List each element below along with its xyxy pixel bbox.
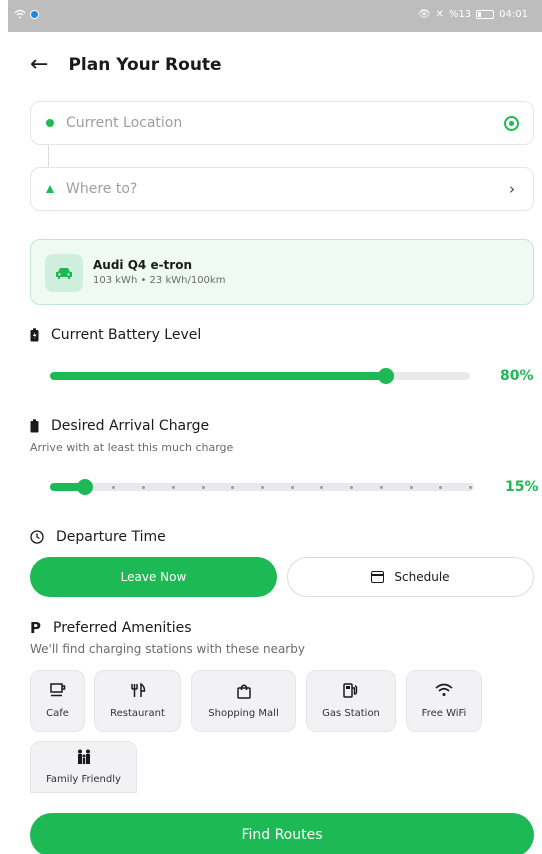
- restaurant-icon: [130, 682, 146, 701]
- arrival-value: 15%: [505, 479, 539, 495]
- slider-tick: [469, 485, 472, 489]
- amenity-gas-station[interactable]: Gas Station: [306, 670, 396, 732]
- battery-charging-icon: [30, 328, 39, 342]
- destination-field[interactable]: Where to? ›: [30, 167, 534, 211]
- slider-tick: [201, 485, 205, 489]
- amenity-cafe[interactable]: Cafe: [30, 670, 85, 732]
- eye-icon: 👁: [417, 9, 431, 20]
- slider-tick: [350, 485, 354, 489]
- origin-dot-icon: [46, 119, 54, 127]
- header: ← Plan Your Route: [30, 54, 222, 76]
- arrival-title-text: Desired Arrival Charge: [51, 418, 210, 434]
- calendar-icon: [371, 571, 385, 583]
- gas-station-icon: [343, 683, 359, 701]
- status-right: 👁 ✕ %13 04:01: [418, 9, 528, 20]
- destination-placeholder: Where to?: [66, 181, 138, 197]
- page-title: Plan Your Route: [68, 55, 222, 75]
- slider-tick: [231, 485, 235, 489]
- battery-percent: %13: [448, 9, 472, 20]
- find-routes-button[interactable]: Find Routes: [30, 813, 534, 854]
- amenity-restaurant[interactable]: Restaurant: [94, 670, 181, 732]
- battery-title-text: Current Battery Level: [51, 327, 202, 343]
- amenity-label: Family Friendly: [46, 774, 121, 785]
- slider-tick: [171, 485, 175, 489]
- parking-icon: P: [30, 619, 41, 637]
- slider-tick: [261, 485, 264, 489]
- amenity-label: Shopping Mall: [208, 708, 279, 719]
- family-icon: [75, 749, 93, 767]
- battery-slider-fill: [50, 372, 386, 380]
- amenities-section-title: P Preferred Amenities: [30, 619, 192, 637]
- departure-title-text: Departure Time: [56, 529, 166, 545]
- vehicle-name: Audi Q4 e-tron: [93, 258, 192, 272]
- route-connector: [48, 145, 49, 167]
- origin-placeholder: Current Location: [66, 115, 183, 131]
- vehicle-specs: 103 kWh • 23 kWh/100km: [93, 275, 226, 286]
- slider-tick: [290, 485, 294, 489]
- leave-now-button[interactable]: Leave Now: [30, 557, 277, 597]
- locate-me-icon[interactable]: [504, 116, 519, 131]
- clock: 04:01: [499, 9, 528, 20]
- slider-tick: [409, 485, 413, 489]
- coffee-icon: [49, 683, 66, 701]
- battery-status-icon: [476, 10, 495, 19]
- slider-tick: [142, 485, 146, 489]
- shopping-bag-icon: [236, 683, 251, 701]
- battery-value: 80%: [500, 368, 534, 384]
- navigation-arrow-icon: [46, 185, 54, 193]
- arrival-subtitle: Arrive with at least this much charge: [30, 441, 234, 454]
- chevron-right-icon[interactable]: ›: [509, 180, 515, 198]
- battery-slider-thumb[interactable]: [378, 368, 394, 384]
- battery-icon: [30, 419, 39, 433]
- amenity-label: Cafe: [46, 708, 69, 719]
- slider-tick: [439, 485, 443, 489]
- amenity-label: Free WiFi: [421, 708, 467, 719]
- schedule-label: Schedule: [394, 570, 450, 584]
- departure-section-title: Departure Time: [30, 529, 166, 545]
- vehicle-card[interactable]: Audi Q4 e-tron 103 kWh • 23 kWh/100km: [30, 239, 534, 305]
- battery-section-title: Current Battery Level: [30, 327, 201, 343]
- car-icon: [45, 254, 83, 292]
- amenity-label: Gas Station: [322, 708, 380, 719]
- status-left: [14, 9, 39, 19]
- arrival-slider-thumb[interactable]: [76, 479, 93, 495]
- amenity-family-friendly[interactable]: Family Friendly: [30, 741, 137, 793]
- amenity-label: Restaurant: [110, 708, 165, 719]
- schedule-button[interactable]: Schedule: [287, 557, 534, 597]
- amenity-free-wifi[interactable]: Free WiFi: [406, 670, 482, 732]
- status-bar: 👁 ✕ %13 04:01: [0, 0, 542, 32]
- notification-dot-icon: [30, 9, 39, 19]
- arrow-left-icon[interactable]: ←: [30, 54, 48, 76]
- slider-tick: [379, 485, 383, 489]
- clock-icon: [30, 530, 44, 544]
- mute-icon: ✕: [435, 9, 444, 20]
- amenities-title-text: Preferred Amenities: [53, 620, 192, 636]
- wifi-icon: [435, 683, 453, 701]
- amenities-subtitle: We'll find charging stations with these …: [30, 642, 305, 656]
- wifi-status-icon: [14, 9, 26, 19]
- amenity-shopping-mall[interactable]: Shopping Mall: [191, 670, 296, 732]
- origin-field[interactable]: Current Location: [30, 101, 534, 145]
- arrival-section-title: Desired Arrival Charge: [30, 418, 209, 434]
